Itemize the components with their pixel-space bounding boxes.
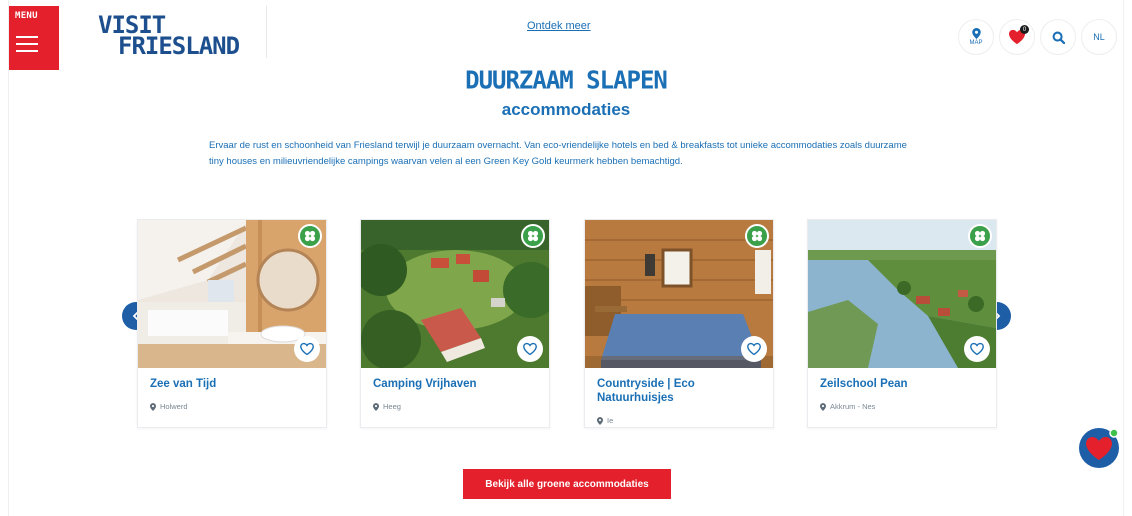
accommodation-card[interactable]: Zee van Tijd Holwerd <box>137 219 327 428</box>
ontdek-meer-link[interactable]: Ontdek meer <box>527 20 591 32</box>
green-key-icon <box>298 224 322 248</box>
card-location-text: Ie <box>607 416 614 425</box>
location-pin-icon <box>150 402 156 411</box>
language-button[interactable]: NL <box>1081 19 1117 55</box>
card-location-text: Holwerd <box>160 402 188 411</box>
favorite-toggle[interactable] <box>964 336 990 362</box>
heart-outline-icon <box>523 342 537 356</box>
favorites-button[interactable]: 0 <box>999 19 1035 55</box>
map-label: MAP <box>969 40 983 46</box>
search-icon <box>1052 31 1065 44</box>
favorite-toggle[interactable] <box>741 336 767 362</box>
heart-outline-icon <box>300 342 314 356</box>
view-all-green-accommodations-button[interactable]: Bekijk alle groene accommodaties <box>463 469 671 499</box>
favorite-toggle[interactable] <box>517 336 543 362</box>
card-location-text: Akkrum - Nes <box>830 402 876 411</box>
location-pin-icon <box>597 416 603 425</box>
card-title: Zeilschool Pean <box>820 378 908 390</box>
card-location: Holwerd <box>150 402 188 411</box>
heart-outline-icon <box>747 342 761 356</box>
accommodation-card[interactable]: Camping Vrijhaven Heeg <box>360 219 550 428</box>
green-key-icon <box>521 224 545 248</box>
accommodation-card[interactable]: Countryside | Eco Natuurhuisjes Ie <box>584 219 774 428</box>
page: MENU VISIT FRIESLAND Ontdek meer MAP 0 N… <box>8 0 1124 516</box>
section-intro: Ervaar de rust en schoonheid van Friesla… <box>209 140 907 167</box>
map-button[interactable]: MAP <box>958 19 994 55</box>
accommodation-card[interactable]: Zeilschool Pean Akkrum - Nes <box>807 219 997 428</box>
green-key-icon <box>745 224 769 248</box>
card-location: Akkrum - Nes <box>820 402 875 411</box>
section-subtitle: accommodaties <box>501 100 631 119</box>
favorites-count-badge: 0 <box>1020 25 1029 34</box>
section-title: DUURZAAM SLAPEN <box>465 65 668 95</box>
chat-heart-icon <box>1079 428 1119 468</box>
card-title: Camping Vrijhaven <box>373 378 477 390</box>
location-pin-icon <box>373 402 379 411</box>
site-logo[interactable]: VISIT FRIESLAND <box>59 6 267 70</box>
chat-button[interactable] <box>1076 424 1122 470</box>
heart-outline-icon <box>970 342 984 356</box>
favorite-toggle[interactable] <box>294 336 320 362</box>
hamburger-icon <box>16 36 38 57</box>
card-location: Heeg <box>373 402 401 411</box>
menu-label: MENU <box>15 11 38 21</box>
menu-button[interactable]: MENU <box>9 6 59 70</box>
search-button[interactable] <box>1040 19 1076 55</box>
card-location: Ie <box>597 416 613 425</box>
card-title: Zee van Tijd <box>150 378 217 390</box>
header-actions: MAP 0 NL <box>958 19 1117 55</box>
logo-line-2: FRIESLAND <box>118 32 240 60</box>
map-pin-icon <box>971 28 981 39</box>
card-location-text: Heeg <box>383 402 401 411</box>
location-pin-icon <box>820 402 826 411</box>
green-key-icon <box>968 224 992 248</box>
language-label: NL <box>1093 32 1105 42</box>
card-title: Countryside | Eco Natuurhuisjes <box>597 378 695 404</box>
